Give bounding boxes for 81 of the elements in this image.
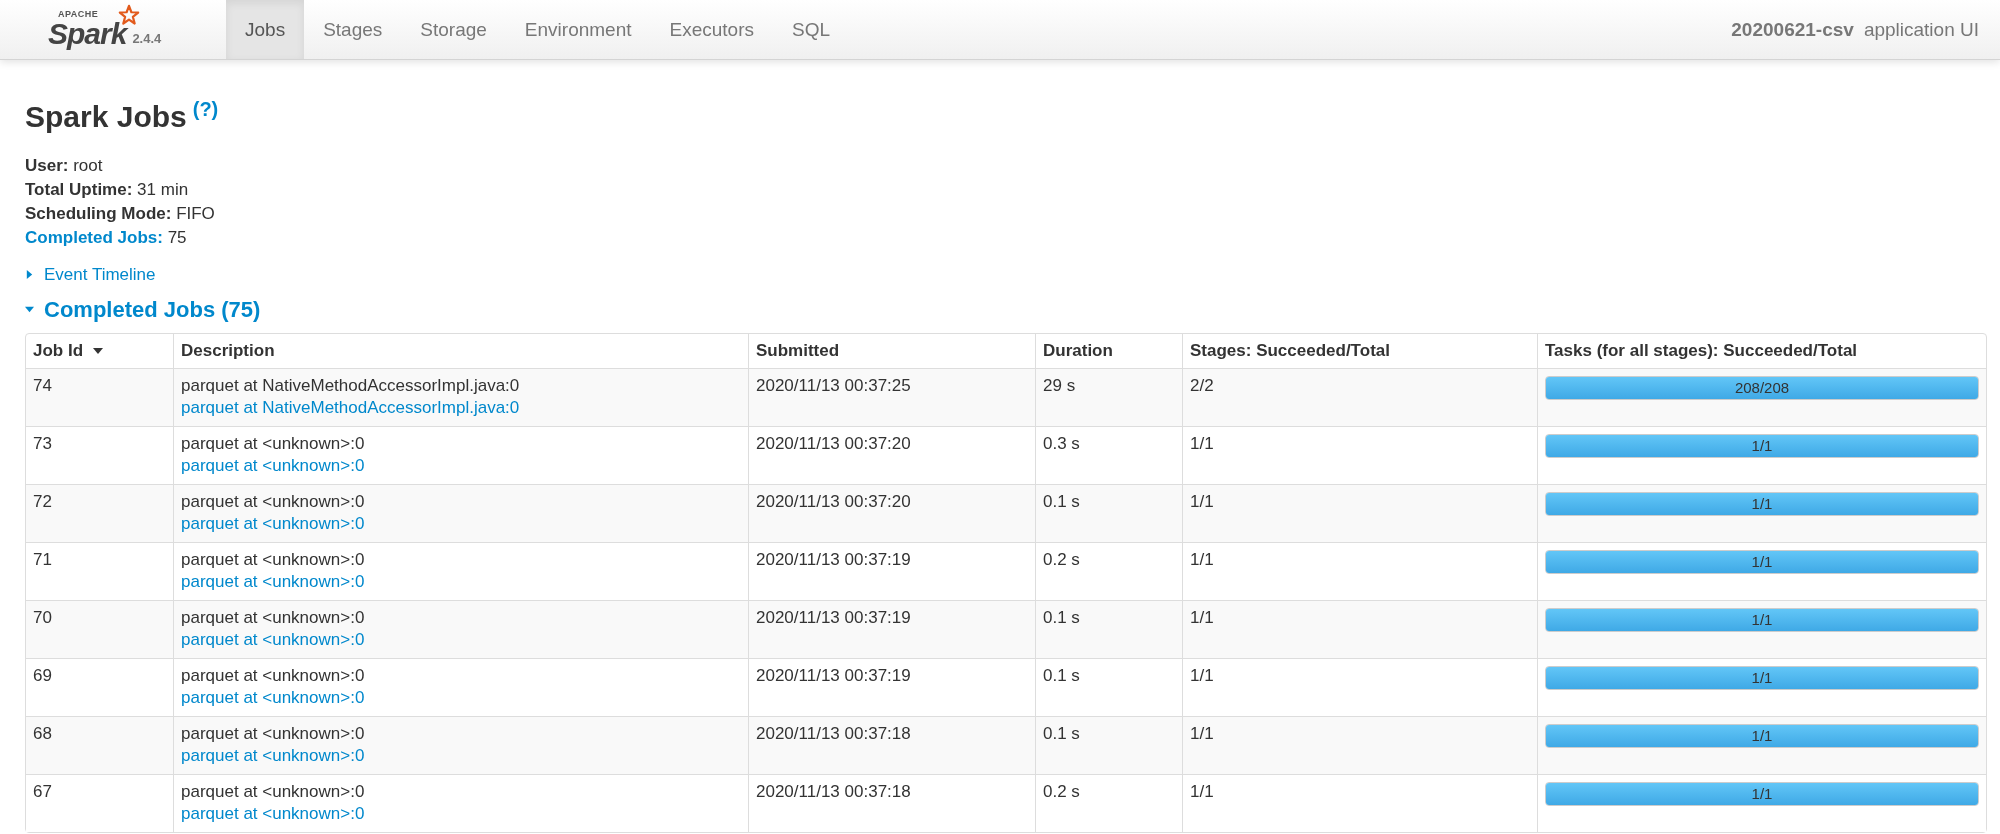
table-cell-text: 1/1: [1190, 548, 1215, 571]
progress-label: 1/1: [1750, 551, 1774, 572]
progress-label: 1/1: [1750, 667, 1774, 688]
table-cell-text: parquet at <unknown>:0: [181, 548, 366, 571]
column-header[interactable]: Stages: Succeeded/Total: [1182, 333, 1537, 368]
table-cell-text: 68: [33, 722, 53, 745]
table-cell-text: 2020/11/13 00:37:20: [756, 432, 912, 455]
table-cell-text: 1/1: [1190, 780, 1215, 803]
nav-tab[interactable]: Executors: [650, 0, 773, 59]
table-cell-text: 1/1: [1190, 664, 1215, 687]
table-cell-text: 2020/11/13 00:37:19: [756, 664, 912, 687]
table-cell-text: parquet at <unknown>:0: [181, 432, 366, 455]
table-cell-text: parquet at <unknown>:0: [181, 722, 366, 745]
app-name: 20200621-csv: [1731, 18, 1854, 41]
table-cell-text: 74: [33, 374, 53, 397]
table-cell-text: 69: [33, 664, 53, 687]
table-cell-text: 0.2 s: [1043, 780, 1081, 803]
table-cell-text: parquet at <unknown>:0: [181, 606, 366, 629]
table-cell-text: 29 s: [1043, 374, 1077, 397]
table-cell-text: 1/1: [1190, 432, 1215, 455]
nav-tab[interactable]: Environment: [505, 0, 651, 59]
summary-item: User: root: [25, 155, 104, 177]
page-title: Spark Jobs: [25, 100, 187, 134]
table-cell-text: 2020/11/13 00:37:18: [756, 722, 912, 745]
summary-item: Total Uptime: 31 min: [25, 179, 190, 201]
progress-label: 1/1: [1750, 493, 1774, 514]
progress-label: 1/1: [1750, 783, 1774, 804]
job-link[interactable]: parquet at <unknown>:0: [181, 802, 741, 825]
table-cell-text: 72: [33, 490, 53, 513]
table-cell-text: parquet at <unknown>:0: [181, 664, 366, 687]
job-link[interactable]: parquet at <unknown>:0: [181, 454, 741, 477]
logo-tag: APACHE: [58, 10, 127, 19]
progress-label: 208/208: [1733, 377, 1791, 398]
table-cell-text: 1/1: [1190, 722, 1215, 745]
progress-label: 1/1: [1750, 435, 1774, 456]
table-cell-text: parquet at <unknown>:0: [181, 490, 366, 513]
summary-item: Scheduling Mode: FIFO: [25, 203, 216, 225]
help-link[interactable]: (?): [192, 98, 219, 121]
table-cell-text: 70: [33, 606, 53, 629]
table-cell-text: 0.2 s: [1043, 548, 1081, 571]
table-cell-text: 0.1 s: [1043, 722, 1081, 745]
table-cell-text: 2020/11/13 00:37:20: [756, 490, 912, 513]
nav-tab[interactable]: Stages: [304, 0, 402, 59]
column-header[interactable]: Description: [173, 333, 748, 368]
column-header[interactable]: Tasks (for all stages): Succeeded/Total: [1537, 333, 1986, 368]
version-label: 2.4.4: [132, 31, 162, 46]
job-link[interactable]: parquet at <unknown>:0: [181, 512, 741, 535]
table-cell-text: 2020/11/13 00:37:25: [756, 374, 912, 397]
table-cell-text: 67: [33, 780, 53, 803]
table-cell-text: 0.1 s: [1043, 490, 1081, 513]
table-cell-text: 2020/11/13 00:37:19: [756, 606, 912, 629]
app-suffix: application UI: [1863, 18, 1979, 41]
table-cell-text: 1/1: [1190, 606, 1215, 629]
table-cell-text: 2020/11/13 00:37:19: [756, 548, 912, 571]
job-link[interactable]: parquet at <unknown>:0: [181, 570, 741, 593]
table-cell-text: 2/2: [1190, 374, 1215, 397]
table-cell-text: 0.1 s: [1043, 606, 1081, 629]
table-cell-text: 2020/11/13 00:37:18: [756, 780, 912, 803]
table-cell-text: 0.3 s: [1043, 432, 1081, 455]
table-cell-text: 71: [33, 548, 53, 571]
nav-tab[interactable]: Storage: [401, 0, 506, 59]
table-cell-text: 73: [33, 432, 53, 455]
job-link[interactable]: parquet at <unknown>:0: [181, 628, 741, 651]
nav-tab[interactable]: Jobs: [226, 0, 305, 59]
column-header[interactable]: Job Id: [26, 333, 173, 368]
table-cell-text: parquet at NativeMethodAccessorImpl.java:0: [181, 374, 521, 397]
summary-item[interactable]: Completed Jobs: 75: [25, 226, 1987, 250]
progress-label: 1/1: [1750, 725, 1774, 746]
progress-label: 1/1: [1750, 609, 1774, 630]
completed-jobs-toggle[interactable]: Completed Jobs (75): [25, 296, 261, 323]
nav-tab[interactable]: SQL: [773, 0, 850, 59]
job-link[interactable]: parquet at <unknown>:0: [181, 686, 741, 709]
table-cell-text: 1/1: [1190, 490, 1215, 513]
column-header[interactable]: Submitted: [748, 333, 1035, 368]
column-header[interactable]: Duration: [1035, 333, 1182, 368]
logo-name[interactable]: Spark: [48, 19, 127, 49]
table-cell-text: parquet at <unknown>:0: [181, 780, 366, 803]
job-link[interactable]: parquet at <unknown>:0: [181, 744, 741, 767]
job-link[interactable]: parquet at NativeMethodAccessorImpl.java:0: [181, 396, 741, 419]
event-timeline-toggle[interactable]: Event Timeline: [25, 264, 156, 285]
table-cell-text: 0.1 s: [1043, 664, 1081, 687]
